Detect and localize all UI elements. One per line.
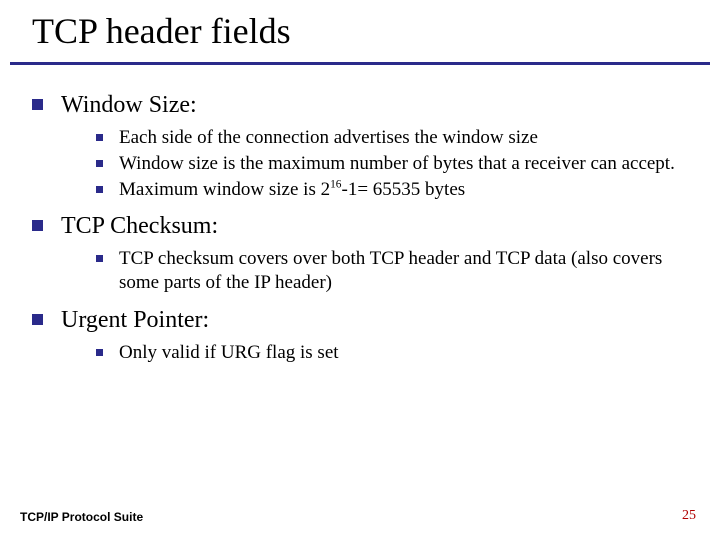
slide-title: TCP header fields <box>32 10 291 52</box>
list-item: TCP checksum covers over both TCP header… <box>96 247 688 295</box>
list-item-text: Only valid if URG flag is set <box>119 341 688 365</box>
list-item: Window size is the maximum number of byt… <box>96 152 688 176</box>
bullet-square-icon <box>96 349 103 356</box>
footer-left: TCP/IP Protocol Suite <box>20 510 143 524</box>
slide: TCP header fields Window Size: Each side… <box>0 0 720 540</box>
section-window-size: Window Size: Each side of the connection… <box>32 90 688 201</box>
list-item-text: Window size is the maximum number of byt… <box>119 152 688 176</box>
list-item: Maximum window size is 216-1= 65535 byte… <box>96 178 688 202</box>
section-heading-row: Urgent Pointer: <box>32 305 688 335</box>
section-tcp-checksum: TCP Checksum: TCP checksum covers over b… <box>32 211 688 295</box>
bullet-square-icon <box>32 99 43 110</box>
page-number: 25 <box>682 508 696 524</box>
section-heading-row: Window Size: <box>32 90 688 120</box>
list-item-text: Maximum window size is 216-1= 65535 byte… <box>119 178 688 202</box>
list-item-text: Each side of the connection advertises t… <box>119 126 688 150</box>
sub-bullet-group: Only valid if URG flag is set <box>96 341 688 365</box>
bullet-square-icon <box>96 134 103 141</box>
bullet-square-icon <box>96 186 103 193</box>
section-heading-row: TCP Checksum: <box>32 211 688 241</box>
section-heading: Window Size: <box>61 90 197 120</box>
bullet-square-icon <box>32 314 43 325</box>
list-item: Each side of the connection advertises t… <box>96 126 688 150</box>
section-heading: Urgent Pointer: <box>61 305 209 335</box>
bullet-square-icon <box>96 255 103 262</box>
bullet-square-icon <box>32 220 43 231</box>
sub-bullet-group: TCP checksum covers over both TCP header… <box>96 247 688 295</box>
list-item: Only valid if URG flag is set <box>96 341 688 365</box>
content-area: Window Size: Each side of the connection… <box>32 90 688 375</box>
section-heading: TCP Checksum: <box>61 211 218 241</box>
section-urgent-pointer: Urgent Pointer: Only valid if URG flag i… <box>32 305 688 365</box>
bullet-square-icon <box>96 160 103 167</box>
title-underline <box>10 62 710 65</box>
list-item-text: TCP checksum covers over both TCP header… <box>119 247 688 295</box>
sub-bullet-group: Each side of the connection advertises t… <box>96 126 688 201</box>
